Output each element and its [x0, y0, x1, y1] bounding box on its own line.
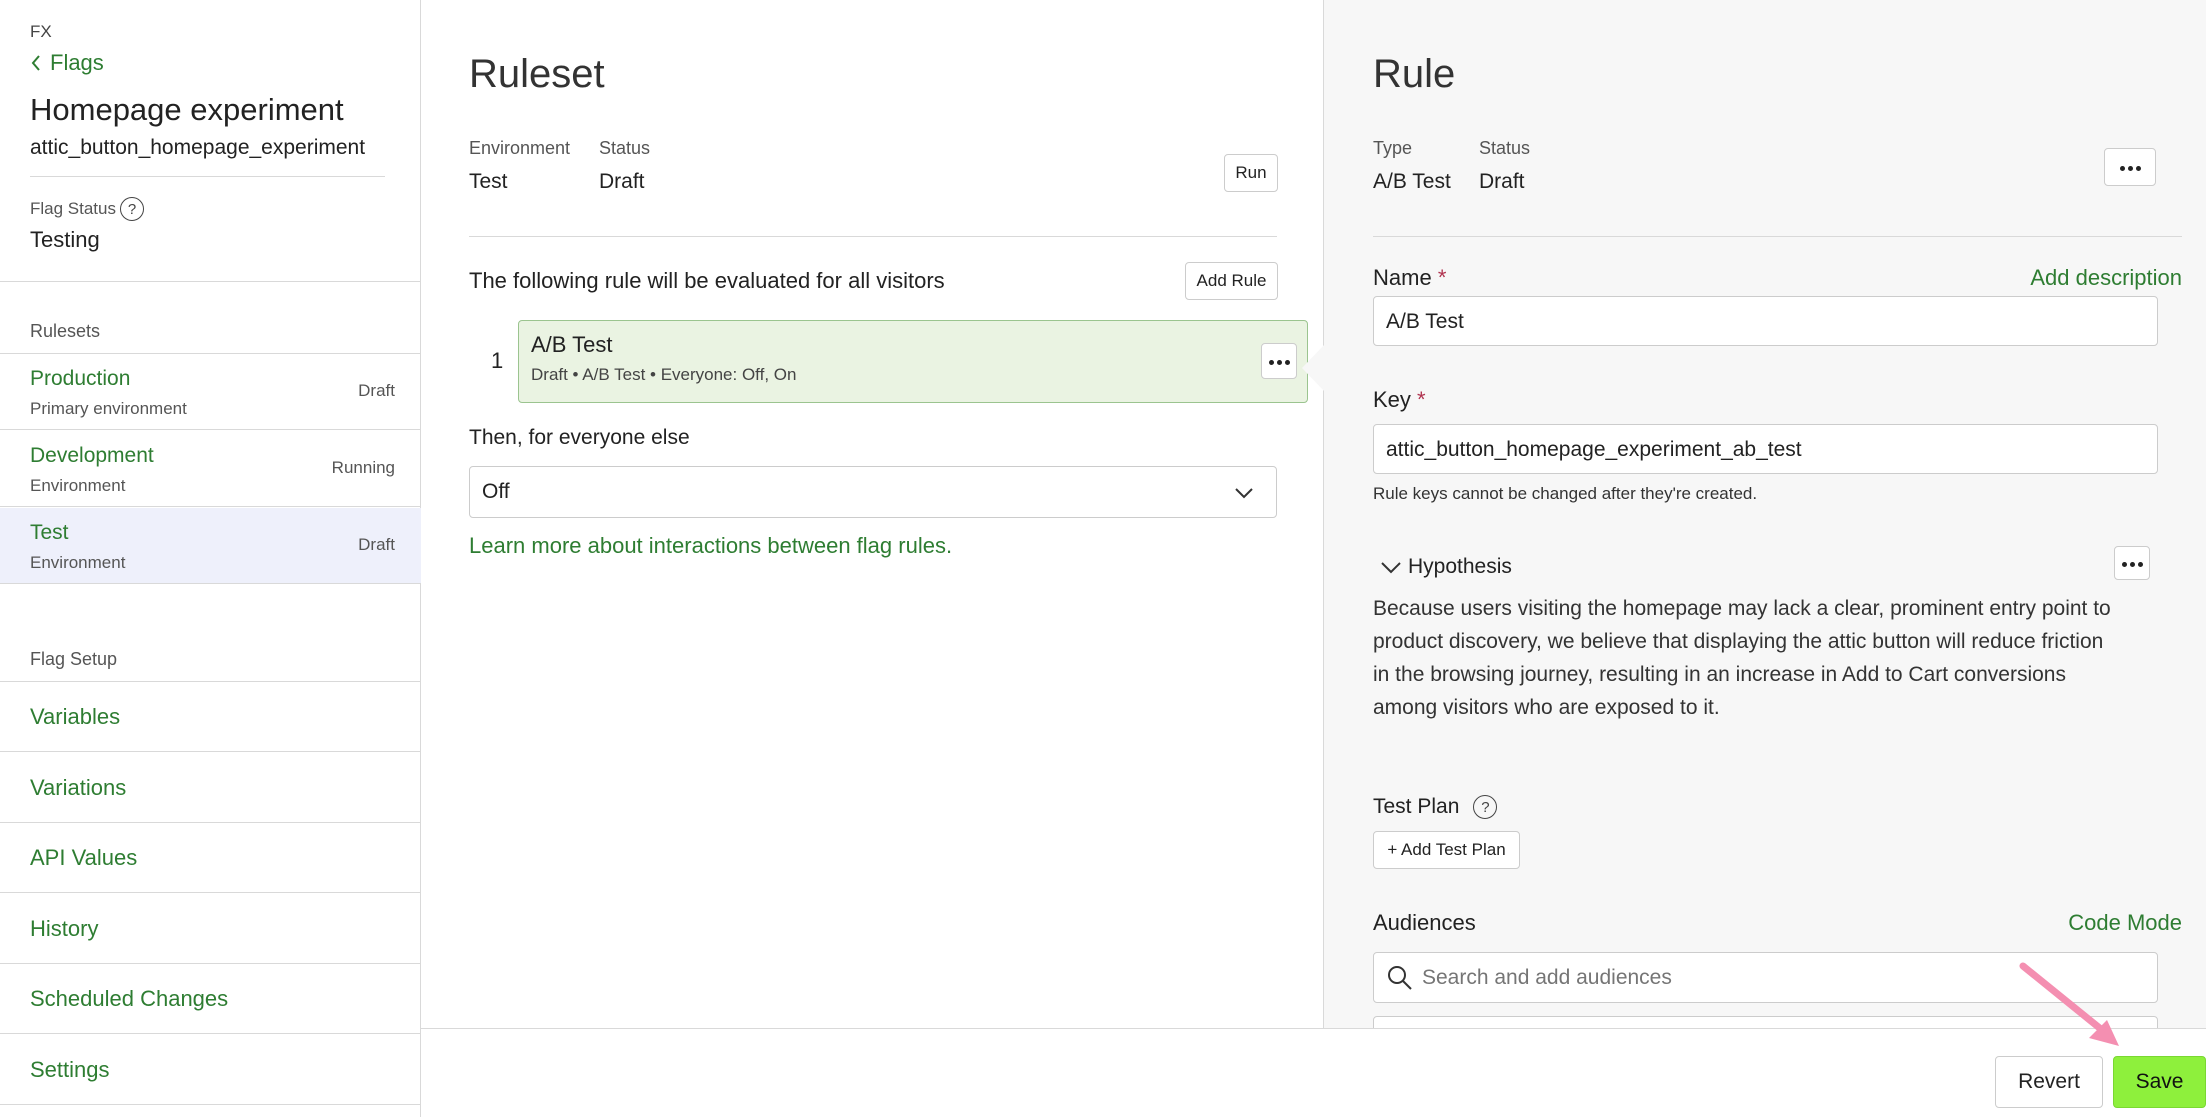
- save-button[interactable]: Save: [2113, 1056, 2206, 1108]
- name-label: Name *: [1373, 265, 1446, 291]
- annotation-arrow-icon: [2019, 962, 2119, 1046]
- help-icon[interactable]: ?: [1473, 795, 1498, 819]
- ruleset-item-development[interactable]: Development Environment Running: [0, 431, 421, 507]
- audiences-label: Audiences: [1373, 910, 1476, 935]
- setup-item-label: Scheduled Changes: [30, 986, 229, 1011]
- ruleset-sub: Environment: [30, 553, 126, 572]
- environment-label: Environment: [469, 138, 571, 158]
- revert-button[interactable]: Revert: [1995, 1056, 2103, 1108]
- setup-item-history[interactable]: History: [0, 894, 421, 964]
- required-asterisk: *: [1417, 387, 1426, 412]
- divider: [30, 176, 385, 177]
- setup-item-label: History: [30, 916, 99, 941]
- code-mode-link[interactable]: Code Mode: [2068, 910, 2182, 936]
- key-label: Key *: [1373, 387, 1426, 413]
- setup-item-label: API Values: [30, 845, 138, 870]
- flag-key: attic_button_homepage_experiment: [30, 136, 366, 159]
- rule-status-label: Status: [1479, 138, 1531, 158]
- ruleset-name: Production: [30, 367, 131, 390]
- help-icon[interactable]: ?: [120, 197, 144, 221]
- ruleset-item-production[interactable]: Production Primary environment Draft: [0, 354, 421, 430]
- key-hint: Rule keys cannot be changed after they'r…: [1373, 484, 1758, 503]
- ruleset-sub: Primary environment: [30, 399, 187, 418]
- rule-more-button[interactable]: [1261, 343, 1297, 379]
- setup-item-label: Settings: [30, 1057, 110, 1082]
- environment-value: Test: [469, 170, 508, 193]
- setup-item-settings[interactable]: Settings: [0, 1035, 421, 1105]
- ruleset-status: Draft: [358, 381, 395, 400]
- sidebar: FX Flags Homepage experiment attic_butto…: [0, 0, 421, 1117]
- rule-options-button[interactable]: [2104, 148, 2156, 186]
- more-dots-icon: [2120, 554, 2144, 572]
- ruleset-name: Test: [30, 521, 69, 544]
- rule-card[interactable]: A/B Test Draft • A/B Test • Everyone: Of…: [518, 320, 1308, 403]
- type-value: A/B Test: [1373, 170, 1451, 193]
- name-label-text: Name: [1373, 265, 1432, 290]
- back-link-label: Flags: [50, 50, 104, 75]
- rule-title: Rule: [1373, 52, 1456, 96]
- type-label: Type: [1373, 138, 1413, 158]
- else-variation-select[interactable]: Off: [469, 466, 1277, 518]
- rule-card-subtitle: Draft • A/B Test • Everyone: Off, On: [531, 365, 797, 384]
- else-label: Then, for everyone else: [469, 426, 690, 449]
- add-description-link[interactable]: Add description: [2030, 265, 2182, 291]
- rule-index: 1: [491, 348, 504, 373]
- setup-item-variables[interactable]: Variables: [0, 682, 421, 752]
- ruleset-title: Ruleset: [469, 52, 605, 96]
- more-dots-icon: [1267, 352, 1291, 370]
- key-input-value: attic_button_homepage_experiment_ab_test: [1386, 438, 1802, 461]
- chevron-down-icon: [1381, 562, 1401, 574]
- rule-panel-pointer: [1302, 344, 1325, 392]
- flag-status-label: Flag Status ?: [30, 197, 144, 221]
- key-label-text: Key: [1373, 387, 1411, 412]
- ruleset-status: Running: [331, 458, 395, 477]
- status-label: Status: [599, 138, 651, 158]
- test-plan-label: Test Plan: [1373, 795, 1460, 818]
- name-input-value: A/B Test: [1386, 310, 1464, 333]
- rule-status-value: Draft: [1479, 170, 1525, 193]
- setup-item-variations[interactable]: Variations: [0, 753, 421, 823]
- divider: [469, 236, 1277, 237]
- chevron-left-icon: [31, 55, 40, 71]
- test-plan-header: Test Plan ?: [1373, 795, 1498, 819]
- ruleset-status: Draft: [358, 535, 395, 554]
- status-value: Draft: [599, 170, 645, 193]
- ruleset-panel: Ruleset Environment Test Status Draft Ru…: [421, 0, 1324, 1028]
- select-value: Off: [482, 480, 510, 503]
- rule-card-title: A/B Test: [531, 332, 613, 357]
- learn-more-link[interactable]: Learn more about interactions between fl…: [469, 533, 952, 559]
- ruleset-name: Development: [30, 444, 154, 467]
- chevron-down-icon: [1235, 488, 1253, 499]
- footer-bar: Revert Save: [421, 1028, 2206, 1117]
- setup-item-api-values[interactable]: API Values: [0, 823, 421, 893]
- ruleset-sub: Environment: [30, 476, 126, 495]
- key-input[interactable]: attic_button_homepage_experiment_ab_test: [1373, 424, 2158, 474]
- divider: [0, 281, 421, 282]
- run-button[interactable]: Run: [1224, 154, 1278, 192]
- flag-status-value: Testing: [30, 227, 100, 252]
- rule-panel: Rule Type A/B Test Status Draft Name * A…: [1324, 0, 2206, 1028]
- setup-item-label: Variations: [30, 775, 127, 800]
- hypothesis-toggle[interactable]: Hypothesis: [1380, 555, 1512, 579]
- divider: [1373, 236, 2182, 237]
- more-dots-icon: [2118, 158, 2142, 176]
- evaluation-text: The following rule will be evaluated for…: [469, 268, 945, 293]
- search-icon: [1388, 966, 1412, 990]
- add-rule-button[interactable]: Add Rule: [1185, 262, 1278, 300]
- hypothesis-label: Hypothesis: [1408, 555, 1512, 578]
- flag-setup-heading: Flag Setup: [30, 649, 118, 669]
- hypothesis-more-button[interactable]: [2114, 546, 2150, 580]
- add-test-plan-button[interactable]: + Add Test Plan: [1373, 831, 1520, 869]
- breadcrumb: FX: [30, 22, 52, 41]
- required-asterisk: *: [1437, 265, 1447, 290]
- ruleset-item-test[interactable]: Test Environment Draft: [0, 508, 421, 584]
- back-to-flags-link[interactable]: Flags: [30, 50, 104, 76]
- flag-status-label-text: Flag Status: [30, 199, 116, 218]
- flag-title: Homepage experiment: [30, 92, 344, 127]
- hypothesis-text: Because users visiting the homepage may …: [1373, 597, 2111, 719]
- setup-item-label: Variables: [30, 704, 121, 729]
- name-input[interactable]: A/B Test: [1373, 296, 2158, 346]
- setup-item-scheduled-changes[interactable]: Scheduled Changes: [0, 964, 421, 1034]
- rulesets-heading: Rulesets: [30, 321, 101, 341]
